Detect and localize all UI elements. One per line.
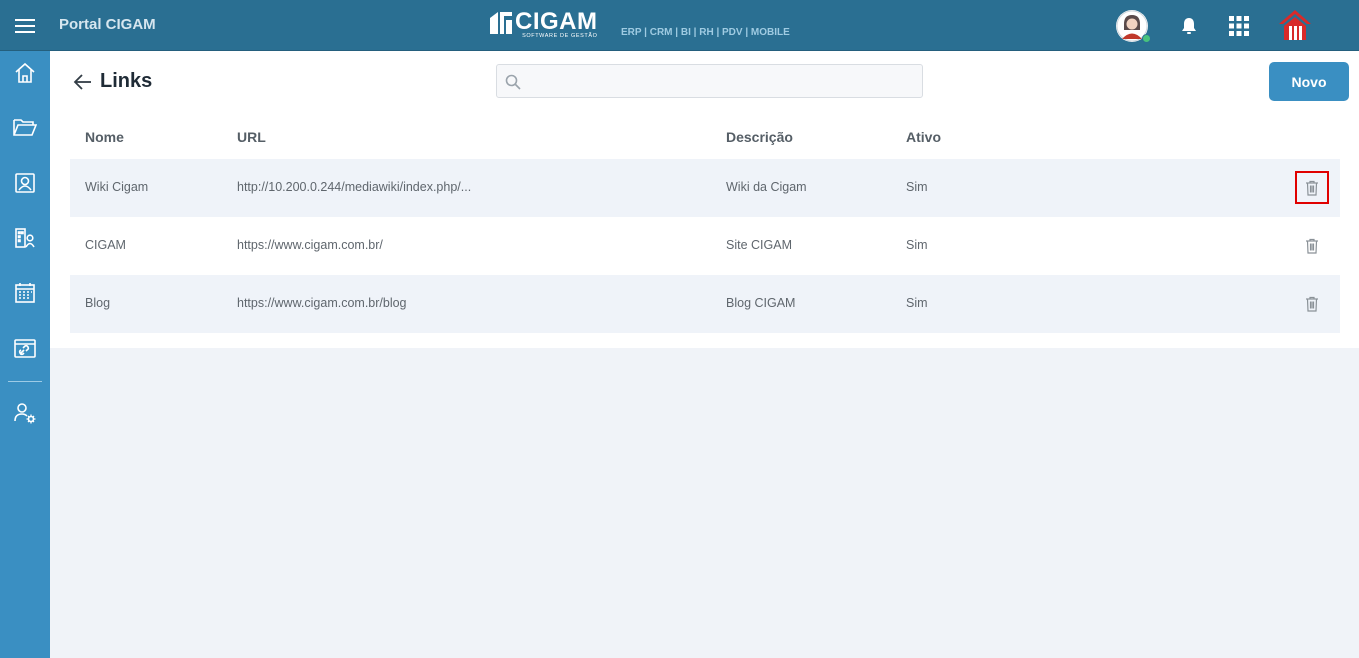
cell-url: http://10.200.0.244/mediawiki/index.php/…: [237, 180, 472, 194]
search-box: [496, 64, 923, 98]
cell-descricao: Site CIGAM: [726, 238, 792, 252]
hamburger-icon: [15, 18, 35, 33]
new-link-button[interactable]: Novo: [1269, 62, 1349, 101]
user-settings-icon: [14, 403, 36, 424]
cell-nome: CIGAM: [85, 238, 126, 252]
calendar-icon: [15, 283, 35, 303]
top-bar: Portal CIGAM CIGAM SOFTWARE DE GESTÃO ER…: [0, 0, 1359, 51]
trash-icon: [1306, 180, 1318, 196]
back-button[interactable]: [72, 71, 94, 93]
trash-icon: [1306, 296, 1318, 312]
table-row[interactable]: CIGAM https://www.cigam.com.br/ Site CIG…: [70, 217, 1340, 275]
cell-url: https://www.cigam.com.br/: [237, 238, 383, 252]
cell-ativo: Sim: [906, 180, 928, 194]
apps-grid-icon: [1229, 16, 1249, 36]
links-panel: Links Novo Nome URL Descrição Ativo Wiki…: [50, 51, 1359, 348]
org-people-icon: [15, 228, 35, 248]
table-row[interactable]: Wiki Cigam http://10.200.0.244/mediawiki…: [70, 159, 1340, 217]
sidebar-divider: [8, 381, 42, 382]
logo-products: ERP | CRM | BI | RH | PDV | MOBILE: [621, 27, 790, 38]
link-card-icon: [14, 339, 36, 358]
hamburger-menu-button[interactable]: [0, 0, 50, 51]
sidebar-item-documents[interactable]: [0, 105, 50, 149]
search-input[interactable]: [527, 65, 917, 97]
cell-nome: Wiki Cigam: [85, 180, 149, 194]
cell-ativo: Sim: [906, 238, 928, 252]
sidebar-item-links[interactable]: [0, 327, 50, 371]
sidebar-item-contacts[interactable]: [0, 161, 50, 205]
column-header-ativo: Ativo: [906, 129, 941, 145]
notifications-button[interactable]: [1173, 10, 1205, 42]
apps-grid-button[interactable]: [1223, 10, 1255, 42]
delete-row-button[interactable]: [1295, 229, 1329, 262]
cell-nome: Blog: [85, 296, 111, 310]
table-row[interactable]: Blog https://www.cigam.com.br/blog Blog …: [70, 275, 1340, 333]
portal-title: Portal CIGAM: [59, 16, 156, 33]
logo-tagline: SOFTWARE DE GESTÃO: [522, 33, 598, 39]
sidebar: [0, 51, 50, 658]
home-brand-button[interactable]: [1278, 8, 1312, 42]
folder-icon: [13, 119, 37, 136]
search-icon: [505, 74, 521, 90]
sidebar-item-organization[interactable]: [0, 216, 50, 260]
column-header-url: URL: [237, 129, 266, 145]
cell-url: https://www.cigam.com.br/blog: [237, 296, 407, 310]
sidebar-item-calendar[interactable]: [0, 271, 50, 315]
cigam-logo-mark-icon: [490, 12, 512, 34]
column-header-descricao: Descrição: [726, 129, 793, 145]
cigam-logo: CIGAM SOFTWARE DE GESTÃO: [490, 8, 598, 40]
sidebar-item-home[interactable]: [0, 51, 50, 95]
column-header-nome: Nome: [85, 129, 124, 145]
delete-row-button[interactable]: [1295, 287, 1329, 320]
user-avatar[interactable]: [1116, 10, 1151, 43]
sidebar-item-user-settings[interactable]: [0, 391, 50, 435]
cell-descricao: Blog CIGAM: [726, 296, 796, 310]
contact-card-icon: [15, 173, 35, 193]
delete-row-button[interactable]: [1295, 171, 1329, 204]
home-icon: [15, 62, 35, 83]
trash-icon: [1306, 238, 1318, 254]
logo-name: CIGAM: [515, 8, 598, 35]
bell-icon: [1182, 18, 1196, 34]
page-title: Links: [100, 70, 153, 92]
cell-descricao: Wiki da Cigam: [726, 180, 807, 194]
table-header: Nome URL Descrição Ativo: [70, 121, 1340, 157]
cell-ativo: Sim: [906, 296, 928, 310]
online-status-dot: [1142, 34, 1151, 43]
arrow-left-icon: [73, 74, 91, 90]
home-brand-icon: [1279, 10, 1311, 40]
